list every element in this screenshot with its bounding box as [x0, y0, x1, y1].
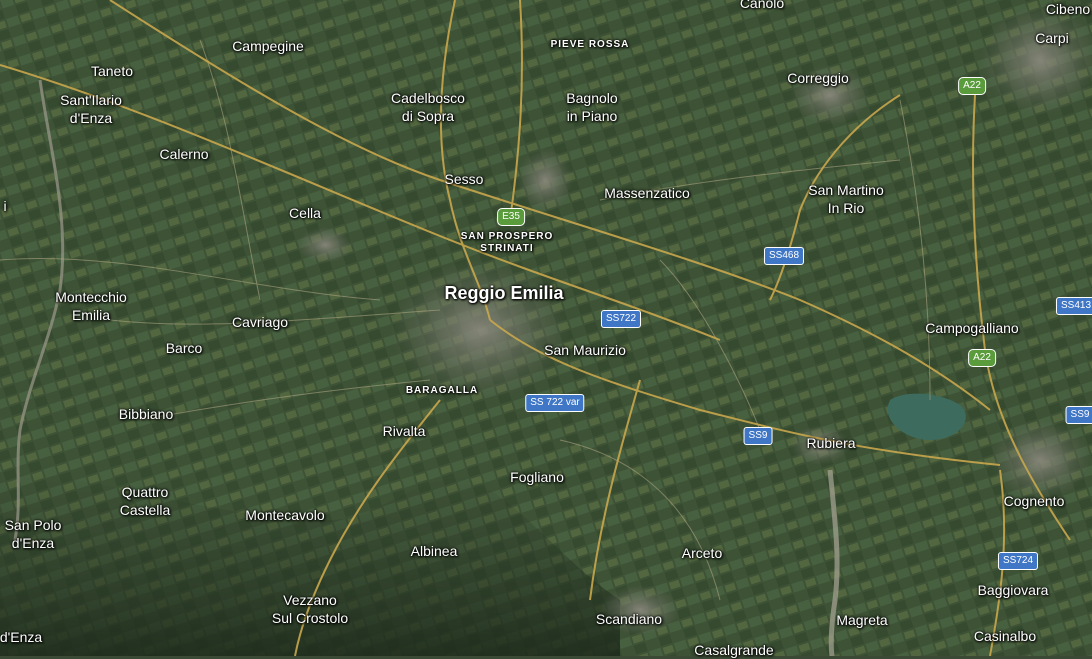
label-barco: Barco	[165, 340, 203, 356]
label-baragalla: BARAGALLA	[405, 385, 479, 396]
label-fogliano: Fogliano	[510, 469, 564, 485]
urban-reggio	[390, 260, 570, 400]
label-taneto: Taneto	[90, 63, 134, 79]
label-baggiovara: Baggiovara	[977, 582, 1049, 598]
label-rubiera: Rubiera	[806, 435, 856, 451]
label-albinea: Albinea	[410, 543, 458, 559]
urban-cognento	[990, 420, 1090, 500]
shield-a22-mid[interactable]: A22	[968, 349, 996, 367]
shield-ss722[interactable]: SS722	[600, 310, 642, 328]
shield-ss724[interactable]: SS724	[997, 552, 1039, 570]
shield-ss9-right[interactable]: SS9	[1065, 406, 1092, 424]
label-casalgrande: Casalgrande	[694, 642, 774, 658]
label-bagnolo: Bagnolo in Piano	[566, 90, 618, 124]
label-carpi: Carpi	[1035, 30, 1069, 46]
label-vezzano: Vezzano Sul Crostolo	[271, 592, 349, 626]
label-san-martino: San Martino In Rio	[808, 182, 884, 216]
label-san-maurizio: San Maurizio	[544, 342, 626, 358]
label-san-polo: San Polo d'Enza	[4, 517, 62, 551]
shield-ss413[interactable]: SS413	[1055, 297, 1092, 315]
label-bibbiano: Bibbiano	[118, 406, 174, 422]
shield-ss9[interactable]: SS9	[743, 427, 773, 445]
label-campogalliano: Campogalliano	[925, 320, 1019, 336]
label-montecchio: Montecchio Emilia	[55, 289, 127, 323]
label-canolo: Canolo	[739, 0, 785, 11]
label-montecavolo: Montecavolo	[245, 507, 325, 523]
label-calerno: Calerno	[159, 146, 209, 162]
label-massenzatico: Massenzatico	[604, 185, 690, 201]
label-edge-i: i	[3, 198, 7, 214]
label-magreta: Magreta	[836, 612, 888, 628]
label-pieve-rossa: PIEVE ROSSA	[550, 39, 630, 50]
label-rivalta: Rivalta	[382, 423, 426, 439]
label-reggio-emilia: Reggio Emilia	[444, 283, 564, 303]
label-scandiano: Scandiano	[595, 611, 663, 627]
urban-cella	[297, 227, 353, 263]
label-campegine: Campegine	[232, 38, 304, 54]
shield-e35[interactable]: E35	[497, 208, 525, 226]
label-san-prospero: SAN PROSPERO STRINATI	[460, 231, 554, 254]
label-santilario: Sant'Ilario d'Enza	[60, 92, 122, 126]
label-cella: Cella	[289, 205, 321, 221]
label-cadelbosco: Cadelbosco di Sopra	[391, 90, 465, 124]
shield-ss722-var[interactable]: SS 722 var	[525, 394, 585, 412]
label-cavriago: Cavriago	[231, 314, 289, 330]
label-cibeno: Cibeno	[1045, 1, 1091, 17]
label-casinalbo: Casinalbo	[973, 628, 1037, 644]
label-quattro-castella: Quattro Castella	[119, 484, 171, 518]
label-correggio: Correggio	[787, 70, 849, 86]
label-enza: d'Enza	[0, 629, 43, 645]
shield-ss468[interactable]: SS468	[763, 247, 805, 265]
label-arceto: Arceto	[681, 545, 723, 561]
label-cognento: Cognento	[1003, 493, 1065, 509]
label-sesso: Sesso	[444, 171, 484, 187]
shield-a22-top[interactable]: A22	[958, 77, 986, 95]
urban-bagnolo	[517, 148, 573, 212]
